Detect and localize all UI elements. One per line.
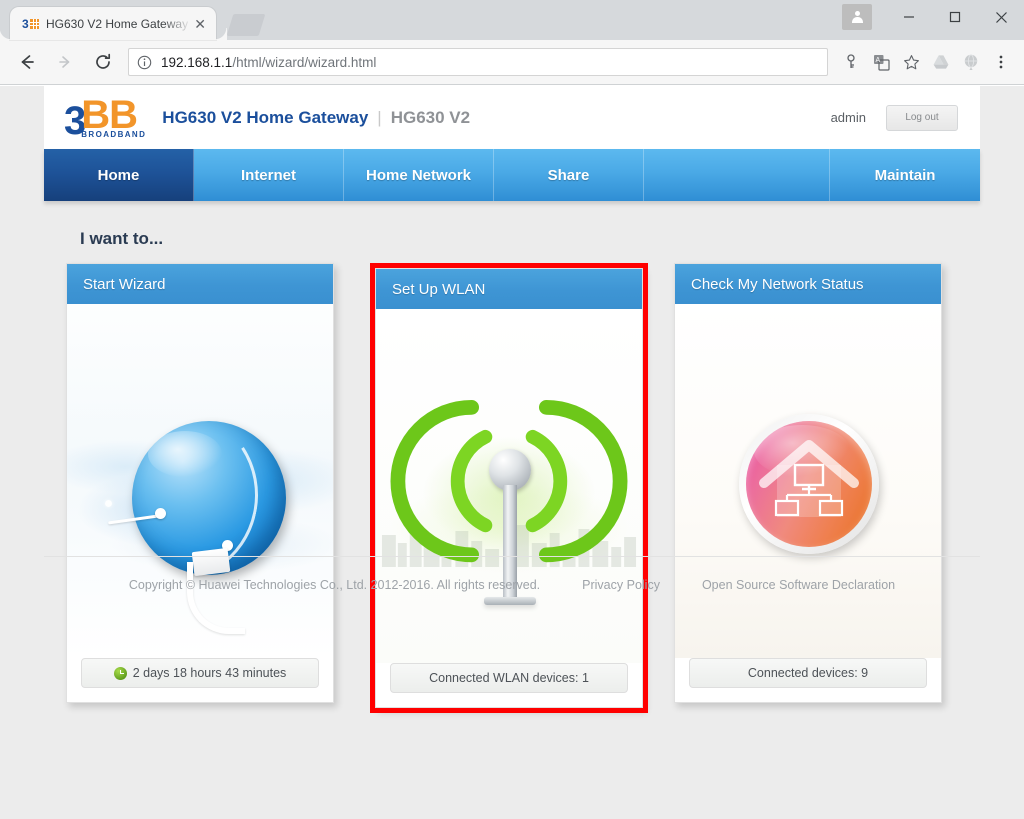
current-user: admin [830,110,866,125]
green-clock-icon [113,666,127,680]
globe-icon[interactable] [956,47,986,77]
wifi-antenna-icon [376,309,642,663]
main-navigation: Home Internet Home Network Share Maintai… [44,149,980,201]
page-footer: Copyright © Huawei Technologies Co., Ltd… [44,578,980,592]
minimize-button[interactable] [886,2,932,32]
card-footer-start-wizard: 2 days 18 hours 43 minutes [67,658,333,702]
svg-text:A: A [875,57,880,64]
copyright-text: Copyright © Huawei Technologies Co., Ltd… [128,578,541,592]
translate-icon[interactable]: A [866,47,896,77]
toolbar-icons: A [836,47,1016,77]
section-title: I want to... [80,229,164,248]
wlan-devices-status: Connected WLAN devices: 1 [390,663,628,693]
router-ui: 3 BB BROADBAND HG630 V2 Home Gateway | H… [44,86,980,713]
url-text: 192.168.1.1/html/wizard/wizard.html [161,55,376,70]
nav-item-internet[interactable]: Internet [194,149,344,201]
nav-item-maintain[interactable]: Maintain [830,149,980,201]
sky-dot [105,500,112,507]
card-illustration-wifi [376,309,642,663]
url-host: 192.168.1.1 [161,54,233,70]
3bb-favicon: 3 [22,16,39,31]
favicon-grid-glyph [29,18,39,29]
card-start-wizard[interactable]: Start Wizard 2 days 18 hours 43 minutes [66,263,344,713]
card-check-network-status[interactable]: Check My Network Status Connected device… [674,263,952,713]
logo-bb-wrap: BB BROADBAND [81,92,147,139]
logout-button[interactable]: Log out [886,104,958,131]
avatar-glyph [851,11,863,23]
new-tab-button[interactable] [226,14,266,36]
browser-window: 3 HG630 V2 Home Gateway ✕ 192.168.1.1/ht… [0,0,1024,819]
chrome-menu-icon[interactable] [986,47,1016,77]
window-controls [842,0,1024,34]
site-info-icon[interactable] [137,55,152,70]
card-set-up-wlan[interactable]: Set Up WLAN Connected WLAN devices: 1 [370,263,648,713]
nav-item-empty[interactable] [644,149,830,201]
browser-tab[interactable]: 3 HG630 V2 Home Gateway ✕ [10,7,228,40]
maximize-button[interactable] [932,2,978,32]
globe-highlight [148,431,222,477]
uptime-status: 2 days 18 hours 43 minutes [81,658,319,688]
profile-avatar-icon[interactable] [842,4,872,30]
bookmark-star-icon[interactable] [896,47,926,77]
card-body-wrapper: Check My Network Status Connected device… [674,263,942,703]
favicon-3-glyph: 3 [22,16,29,31]
network-status-circle [739,414,879,554]
card-footer-check-network-status: Connected devices: 9 [675,658,941,702]
nav-item-home-network[interactable]: Home Network [344,149,494,201]
tab-strip: 3 HG630 V2 Home Gateway ✕ [0,0,1024,40]
footer-divider [44,556,980,557]
card-title-set-up-wlan: Set Up WLAN [376,269,642,309]
3bb-logo: 3 BB BROADBAND [64,92,147,141]
close-icon[interactable]: ✕ [192,16,208,32]
nav-item-share[interactable]: Share [494,149,644,201]
globe-node-1 [155,508,166,519]
card-footer-set-up-wlan: Connected WLAN devices: 1 [376,663,642,707]
privacy-policy-link[interactable]: Privacy Policy [582,578,660,592]
antenna-base [484,597,536,605]
circle-gradient [746,421,872,547]
password-key-icon[interactable] [836,47,866,77]
card-illustration-globe [67,304,333,658]
device-model: HG630 V2 [390,107,471,127]
address-bar[interactable]: 192.168.1.1/html/wizard/wizard.html [128,48,828,76]
open-source-declaration-link[interactable]: Open Source Software Declaration [702,578,895,592]
title-separator: | [377,107,382,127]
site-header: 3 BB BROADBAND HG630 V2 Home Gateway | H… [44,86,980,149]
card-list: Start Wizard 2 days 18 hours 43 minutes … [44,263,980,713]
connected-devices-status: Connected devices: 9 [689,658,927,688]
card-body-wrapper: Start Wizard 2 days 18 hours 43 minutes [66,263,334,703]
logo-broadband: BROADBAND [81,129,147,139]
circle-gloss [754,425,850,477]
close-window-button[interactable] [978,2,1024,32]
card-illustration-home-network [675,304,941,658]
card-body-wrapper: Set Up WLAN Connected WLAN devices: 1 [375,268,643,708]
tab-title: HG630 V2 Home Gateway [46,16,189,31]
uptime-text: 2 days 18 hours 43 minutes [132,666,287,680]
back-icon[interactable] [11,46,43,78]
card-title-start-wizard: Start Wizard [67,264,333,304]
home-network-icon [675,304,941,658]
card-title-check-network-status: Check My Network Status [675,264,941,304]
globe-network-icon [67,304,333,658]
forward-icon[interactable] [49,46,81,78]
page-title: HG630 V2 Home Gateway [162,107,369,127]
router-page: 3 BB BROADBAND HG630 V2 Home Gateway | H… [0,86,1024,819]
reload-icon[interactable] [87,46,119,78]
url-path: /html/wizard/wizard.html [232,54,377,70]
logo-bb: BB [81,92,138,137]
header-right: admin Log out [830,104,958,131]
nav-item-home[interactable]: Home [44,149,194,201]
browser-toolbar: 192.168.1.1/html/wizard/wizard.html A [0,40,1024,85]
drive-icon[interactable] [926,47,956,77]
